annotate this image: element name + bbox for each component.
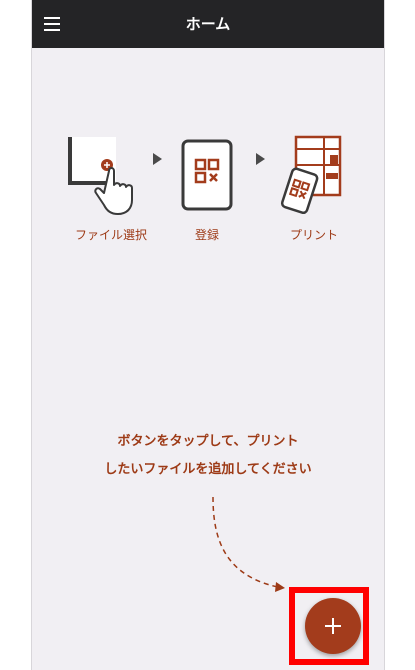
plus-icon-vertical bbox=[332, 618, 334, 634]
arrow-right-icon bbox=[256, 153, 265, 165]
step-label-file-select: ファイル選択 bbox=[74, 228, 147, 242]
qr-phone-icon bbox=[181, 139, 233, 211]
instruction-text: ボタンをタップして、プリント したいファイルを追加してください bbox=[32, 428, 384, 484]
tap-tablet-icon bbox=[68, 137, 133, 215]
instruction-line-1: ボタンをタップして、プリント bbox=[117, 434, 299, 449]
printer-phone-icon bbox=[280, 135, 342, 215]
app-screen: ホーム ファイル選択 登録 プリント ボタンをタップして、プリント したいファイ… bbox=[31, 0, 385, 670]
app-bar: ホーム bbox=[32, 0, 384, 48]
add-file-button[interactable] bbox=[305, 598, 361, 654]
steps-illustration: ファイル選択 登録 プリント bbox=[32, 125, 384, 255]
page-title: ホーム bbox=[185, 15, 231, 33]
step-label-register: 登録 bbox=[194, 228, 219, 242]
instruction-line-2: したいファイルを追加してください bbox=[104, 462, 312, 477]
arrow-right-icon bbox=[153, 153, 162, 165]
dashed-arrow-icon bbox=[212, 496, 285, 592]
step-label-print: プリント bbox=[289, 228, 338, 242]
